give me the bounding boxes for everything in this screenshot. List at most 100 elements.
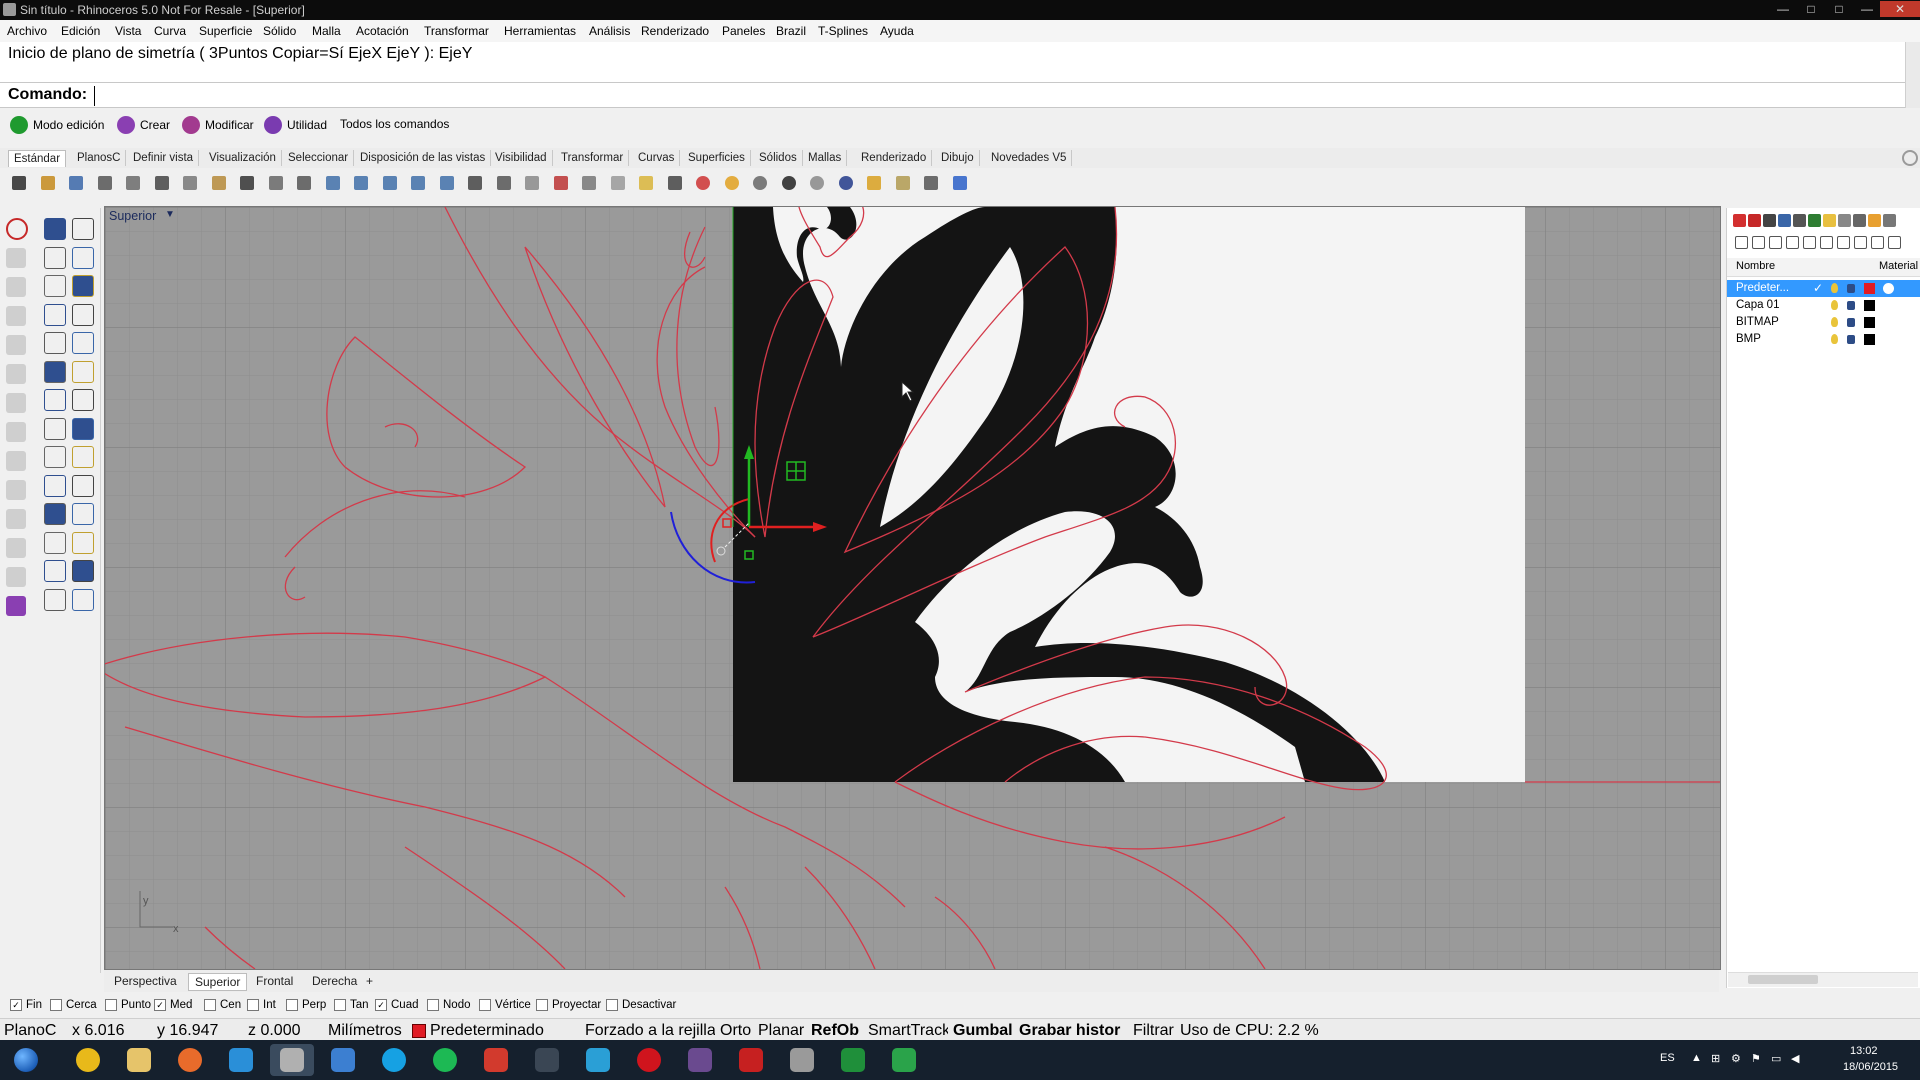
transform-icon[interactable]	[921, 173, 941, 193]
layers-scroll-thumb[interactable]	[1748, 975, 1818, 984]
explode-icon[interactable]	[72, 531, 94, 554]
zoom-window-icon[interactable]	[351, 173, 371, 193]
menu-analisis[interactable]: Análisis	[589, 24, 630, 38]
move-down-icon[interactable]	[1803, 236, 1816, 249]
osnap-int[interactable]: Int	[247, 999, 276, 1011]
tab-estandar[interactable]: Estándar	[8, 150, 67, 167]
taskbar-app-purple-button[interactable]	[678, 1044, 722, 1076]
close-button[interactable]: ✕	[1880, 1, 1920, 17]
rotate-view-icon[interactable]	[294, 173, 314, 193]
array-icon[interactable]	[44, 531, 66, 554]
help-icon[interactable]	[950, 173, 970, 193]
lock-icon[interactable]	[1847, 335, 1855, 344]
panel-tab-9-icon[interactable]	[1853, 214, 1866, 227]
move-up-icon[interactable]	[1786, 236, 1799, 249]
filter-icon[interactable]	[1820, 236, 1833, 249]
dimension-icon[interactable]	[44, 474, 66, 497]
taskbar-rg-app-button[interactable]	[525, 1044, 569, 1076]
layer-color-swatch[interactable]	[1864, 334, 1875, 345]
mode-utilidad-button[interactable]: Utilidad	[264, 116, 327, 136]
layer-color-swatch[interactable]	[1864, 300, 1875, 311]
panel-tab-5-icon[interactable]	[1793, 214, 1806, 227]
pan-icon[interactable]	[266, 173, 286, 193]
windows-flag-icon[interactable]: ⊞	[1711, 1052, 1720, 1065]
status-gumball[interactable]: Gumbal	[953, 1022, 1013, 1040]
color-wheel-icon[interactable]	[722, 173, 742, 193]
clock-date[interactable]: 18/06/2015	[1843, 1061, 1898, 1073]
mode-crear-button[interactable]: Crear	[117, 116, 170, 136]
tab-curvas[interactable]: Curvas	[633, 150, 681, 166]
save-icon[interactable]	[66, 173, 86, 193]
panel-tab-3-icon[interactable]	[1763, 214, 1776, 227]
offset-icon[interactable]	[72, 417, 94, 440]
rendered-ball-icon[interactable]	[779, 173, 799, 193]
add-viewport-tab-button[interactable]: +	[360, 973, 379, 989]
status-record-history[interactable]: Grabar histor	[1019, 1022, 1120, 1040]
input-language[interactable]: ES	[1660, 1052, 1675, 1064]
left-panel-tool-5-icon[interactable]	[6, 364, 26, 384]
layer-row[interactable]: BITMAP	[1727, 314, 1920, 331]
point-icon[interactable]	[72, 218, 94, 240]
status-osnap[interactable]: RefOb	[811, 1022, 859, 1040]
taskbar-app-green2-button[interactable]	[882, 1044, 926, 1076]
osnap-checkbox[interactable]	[105, 999, 117, 1011]
osnap-fin[interactable]: ✓ Fin	[10, 999, 42, 1011]
left-panel-tool-1-icon[interactable]	[6, 248, 26, 268]
panel-tab-10-icon[interactable]	[1868, 214, 1881, 227]
cut-icon[interactable]	[152, 173, 172, 193]
osnap-tan[interactable]: Tan	[334, 999, 369, 1011]
check-icon[interactable]	[72, 560, 94, 582]
layers-scrollbar[interactable]	[1728, 972, 1918, 987]
extrude-icon[interactable]	[72, 360, 94, 383]
filter-icon[interactable]	[864, 173, 884, 193]
tab-definir-vista[interactable]: Definir vista	[128, 150, 200, 166]
panel-tab-1-icon[interactable]	[1733, 214, 1746, 227]
left-panel-tool-2-icon[interactable]	[6, 277, 26, 297]
clock-time[interactable]: 13:02	[1850, 1045, 1878, 1057]
panel-tab-4-icon[interactable]	[1778, 214, 1791, 227]
osnap-vertice[interactable]: Vértice	[479, 999, 531, 1011]
group-icon[interactable]	[44, 503, 66, 525]
polyline-icon[interactable]	[44, 246, 66, 269]
grid-icon[interactable]	[494, 173, 514, 193]
new-layer-icon[interactable]	[1735, 236, 1748, 249]
mesh-icon[interactable]	[44, 417, 66, 440]
mode-modificar-button[interactable]: Modificar	[182, 116, 254, 136]
taskbar-app-red-button[interactable]	[474, 1044, 518, 1076]
osnap-checkbox[interactable]	[334, 999, 346, 1011]
curve-points-icon[interactable]	[72, 246, 94, 269]
lighting-icon[interactable]	[522, 173, 542, 193]
left-panel-tool-11-icon[interactable]	[6, 538, 26, 558]
osnap-cerca[interactable]: Cerca	[50, 999, 97, 1011]
light-bulb-icon[interactable]	[636, 173, 656, 193]
gear-icon[interactable]	[1902, 150, 1918, 166]
materials-icon[interactable]	[72, 588, 94, 611]
set-cplane-icon[interactable]	[551, 173, 571, 193]
status-cplane[interactable]: PlanoC	[4, 1022, 56, 1040]
four-viewports-icon[interactable]	[465, 173, 485, 193]
osnap-checkbox[interactable]: ✓	[154, 999, 166, 1011]
settings-icon[interactable]	[893, 173, 913, 193]
taskbar-acrobat-button[interactable]	[729, 1044, 773, 1076]
boolean-icon[interactable]	[72, 389, 94, 411]
layer-row[interactable]: Predeter... ✓	[1727, 280, 1920, 297]
osnap-punto[interactable]: Punto	[105, 999, 151, 1011]
osnap-checkbox[interactable]	[286, 999, 298, 1011]
mode-todos-los-comandos-button[interactable]: Todos los comandos	[340, 116, 449, 136]
osnap-checkbox[interactable]	[50, 999, 62, 1011]
new-file-icon[interactable]	[9, 173, 29, 193]
network-icon[interactable]: ⚙	[1731, 1052, 1741, 1065]
triangle-icon[interactable]	[44, 303, 66, 326]
panel-tab-2-icon[interactable]	[1748, 214, 1761, 227]
osnap-cen[interactable]: Cen	[204, 999, 241, 1011]
import-icon[interactable]	[123, 173, 143, 193]
viewport-title[interactable]: Superior	[109, 209, 156, 223]
solid-box-icon[interactable]	[44, 389, 66, 411]
open-folder-icon[interactable]	[38, 173, 58, 193]
menu-solido[interactable]: Sólido	[263, 24, 296, 38]
tab-visibilidad[interactable]: Visibilidad	[490, 150, 553, 166]
display-icon[interactable]: ▭	[1771, 1052, 1781, 1065]
osnap-perp[interactable]: Perp	[286, 999, 326, 1011]
tab-planosc[interactable]: PlanosC	[72, 150, 127, 166]
layer-color-swatch[interactable]	[1864, 317, 1875, 328]
